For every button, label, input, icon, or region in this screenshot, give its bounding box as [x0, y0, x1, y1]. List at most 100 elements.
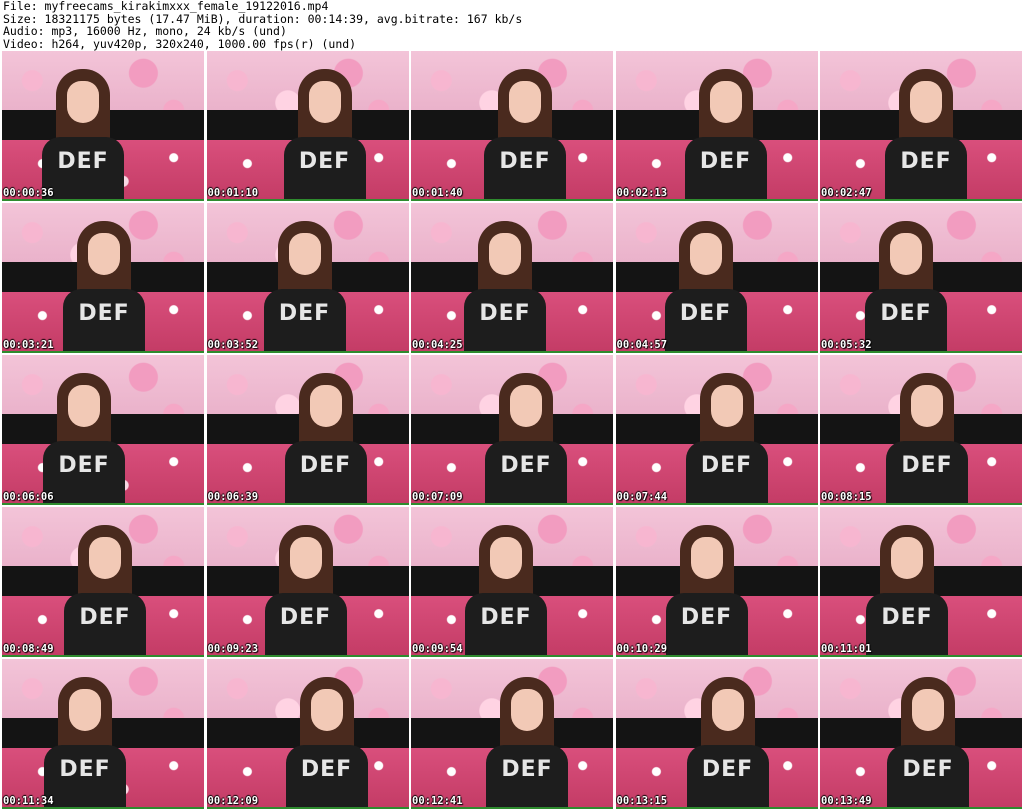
shirt-shape: DEF — [664, 288, 747, 351]
shirt-print-text: DEF — [900, 148, 952, 174]
shirt-print-text: DEF — [278, 300, 331, 326]
person-figure: DEF — [866, 524, 948, 655]
video-info-line: Video: h264, yuv420p, 320x240, 1000.00 f… — [3, 36, 357, 51]
shirt-print-text: DEF — [881, 604, 933, 630]
shirt-print-text: DEF — [78, 300, 130, 326]
video-thumbnail: DEF 00:13:15 — [615, 659, 818, 809]
video-thumbnail: DEF 00:03:21 — [2, 203, 204, 353]
thumbnail-timestamp: 00:01:40 — [412, 187, 463, 199]
face-shape — [890, 232, 922, 275]
video-thumbnail: DEF 00:04:57 — [615, 203, 818, 353]
video-thumbnail: DEF 00:08:15 — [820, 355, 1022, 505]
thumbnail-timestamp: 00:09:54 — [412, 643, 463, 655]
video-thumbnail: DEF 00:05:32 — [820, 203, 1022, 353]
shirt-shape: DEF — [865, 288, 947, 351]
thumbnail-timestamp: 00:00:36 — [3, 187, 54, 199]
shirt-shape: DEF — [486, 744, 568, 807]
shirt-shape: DEF — [485, 440, 567, 503]
video-thumbnail: DEF 00:06:39 — [206, 355, 409, 505]
video-thumbnail: DEF 00:01:40 — [411, 51, 613, 201]
shirt-shape: DEF — [464, 288, 546, 351]
person-figure: DEF — [887, 676, 969, 807]
person-figure: DEF — [63, 220, 145, 351]
video-thumbnail: DEF 00:06:06 — [2, 355, 204, 505]
video-thumbnail: DEF 00:12:09 — [206, 659, 409, 809]
person-figure: DEF — [486, 676, 568, 807]
face-shape — [289, 536, 322, 579]
audio-info-line: Audio: mp3, 16000 Hz, mono, 24 kb/s (und… — [3, 24, 287, 38]
thumbnail-timestamp: 00:04:25 — [412, 339, 463, 351]
face-shape — [490, 536, 522, 579]
face-shape — [288, 232, 321, 275]
person-figure: DEF — [484, 68, 566, 199]
shirt-shape: DEF — [64, 592, 146, 655]
person-figure: DEF — [664, 220, 747, 351]
thumbnail-timestamp: 00:12:41 — [412, 795, 463, 807]
person-figure: DEF — [44, 676, 126, 807]
video-thumbnail: DEF 00:07:44 — [615, 355, 818, 505]
shirt-shape: DEF — [484, 136, 566, 199]
person-figure: DEF — [284, 372, 367, 503]
shirt-shape: DEF — [42, 136, 124, 199]
thumbnail-timestamp: 00:07:09 — [412, 491, 463, 503]
person-figure: DEF — [686, 676, 769, 807]
shirt-print-text: DEF — [500, 452, 552, 478]
video-thumbnail: DEF 00:03:52 — [206, 203, 409, 353]
shirt-shape: DEF — [886, 440, 968, 503]
person-figure: DEF — [886, 372, 968, 503]
shirt-print-text: DEF — [58, 452, 110, 478]
shirt-shape: DEF — [684, 136, 767, 199]
shirt-shape: DEF — [887, 744, 969, 807]
person-figure: DEF — [43, 372, 125, 503]
thumbnail-timestamp: 00:06:06 — [3, 491, 54, 503]
thumbnail-timestamp: 00:07:44 — [616, 491, 668, 503]
face-shape — [689, 232, 722, 275]
shirt-shape: DEF — [866, 592, 948, 655]
shirt-shape: DEF — [686, 744, 769, 807]
video-thumbnail: DEF 00:10:29 — [615, 507, 818, 657]
person-figure: DEF — [464, 220, 546, 351]
video-thumbnail: DEF 00:00:36 — [2, 51, 204, 201]
shirt-shape: DEF — [465, 592, 547, 655]
face-shape — [489, 232, 521, 275]
person-figure: DEF — [283, 68, 366, 199]
thumbnail-timestamp: 00:13:49 — [821, 795, 872, 807]
face-shape — [509, 80, 541, 123]
face-shape — [510, 384, 542, 427]
thumbnail-timestamp: 00:10:29 — [616, 643, 668, 655]
person-figure: DEF — [865, 220, 947, 351]
shirt-print-text: DEF — [499, 148, 551, 174]
thumbnail-timestamp: 00:03:21 — [3, 339, 54, 351]
person-figure: DEF — [485, 372, 567, 503]
shirt-print-text: DEF — [679, 300, 732, 326]
face-shape — [910, 80, 942, 123]
face-shape — [891, 536, 923, 579]
thumbnail-timestamp: 00:11:01 — [821, 643, 872, 655]
video-thumbnail: DEF 00:02:47 — [820, 51, 1022, 201]
thumbnail-timestamp: 00:13:15 — [616, 795, 668, 807]
thumbnail-timestamp: 00:11:34 — [3, 795, 54, 807]
shirt-shape: DEF — [685, 440, 768, 503]
thumbnail-timestamp: 00:04:57 — [616, 339, 668, 351]
video-thumbnail: DEF 00:12:41 — [411, 659, 613, 809]
thumbnail-timestamp: 00:12:09 — [207, 795, 259, 807]
face-shape — [88, 232, 120, 275]
face-shape — [68, 384, 100, 427]
person-figure: DEF — [684, 68, 767, 199]
face-shape — [308, 80, 341, 123]
person-figure: DEF — [264, 524, 347, 655]
video-thumbnail: DEF 00:01:10 — [206, 51, 409, 201]
shirt-print-text: DEF — [300, 756, 353, 782]
shirt-shape: DEF — [264, 592, 347, 655]
shirt-print-text: DEF — [480, 604, 532, 630]
shirt-print-text: DEF — [701, 756, 754, 782]
shirt-shape: DEF — [285, 744, 368, 807]
shirt-print-text: DEF — [680, 604, 733, 630]
thumbnail-timestamp: 00:08:49 — [3, 643, 54, 655]
thumbnail-timestamp: 00:06:39 — [207, 491, 259, 503]
face-shape — [911, 384, 943, 427]
video-thumbnail: DEF 00:13:49 — [820, 659, 1022, 809]
thumbnail-timestamp: 00:02:47 — [821, 187, 872, 199]
shirt-print-text: DEF — [59, 756, 111, 782]
face-shape — [711, 688, 744, 731]
